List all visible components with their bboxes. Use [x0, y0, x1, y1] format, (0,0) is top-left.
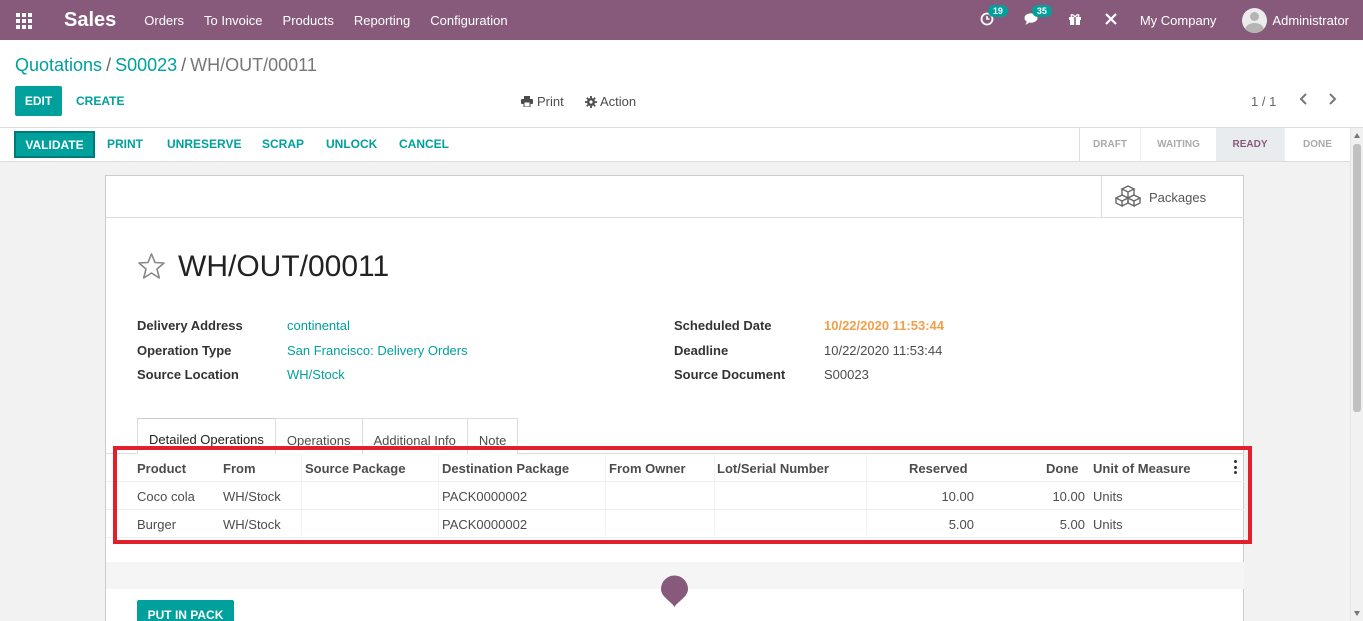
gear-icon: [585, 95, 597, 108]
scheduled-date-label: Scheduled Date: [674, 318, 772, 333]
print-label: Print: [537, 94, 564, 109]
form-sheet: Packages WH/OUT/00011 Delivery Address c…: [105, 175, 1244, 621]
chevron-left-icon[interactable]: [1299, 92, 1309, 110]
cancel-button[interactable]: CANCEL: [399, 137, 449, 151]
map-pin-icon: [660, 575, 689, 611]
action-dropdown[interactable]: Action: [585, 94, 636, 109]
source-document-value: S00023: [824, 367, 869, 382]
operation-type-label: Operation Type: [137, 343, 232, 358]
stage-draft: DRAFT: [1093, 139, 1127, 150]
scroll-up-arrow-icon[interactable]: [1354, 133, 1360, 138]
action-label: Action: [600, 94, 637, 109]
print-button[interactable]: PRINT: [107, 137, 143, 151]
user-avatar[interactable]: [1242, 7, 1268, 33]
operation-type-value[interactable]: San Francisco: Delivery Orders: [287, 343, 468, 358]
messages-chat-icon[interactable]: 35: [1024, 4, 1052, 29]
activity-badge: 19: [987, 4, 1008, 17]
gift-icon[interactable]: [1068, 12, 1082, 29]
breadcrumb-sale-order[interactable]: S00023: [115, 55, 177, 75]
statusbar: VALIDATE PRINT UNRESERVE SCRAP UNLOCK CA…: [0, 128, 1350, 162]
menu-reporting[interactable]: Reporting: [354, 13, 410, 28]
breadcrumb: Quotations / S00023/WH/OUT/00011: [15, 55, 317, 75]
validate-button[interactable]: VALIDATE: [14, 131, 95, 158]
packages-smart-button[interactable]: Packages: [1101, 176, 1244, 218]
packages-label: Packages: [1149, 189, 1207, 205]
star-icon[interactable]: [137, 252, 166, 283]
stage-done: DONE: [1284, 128, 1350, 161]
messages-badge: 35: [1031, 4, 1052, 17]
deadline-label: Deadline: [674, 343, 729, 358]
printer-icon: [521, 96, 533, 107]
chevron-right-icon[interactable]: [1327, 92, 1337, 110]
button-box: Packages: [106, 176, 1244, 218]
company-switcher[interactable]: My Company: [1140, 13, 1217, 28]
scrap-button[interactable]: SCRAP: [262, 137, 304, 151]
user-menu[interactable]: Administrator: [1272, 13, 1349, 28]
breadcrumb-quotations[interactable]: Quotations: [15, 55, 102, 75]
menu-products[interactable]: Products: [283, 13, 334, 28]
record-title: WH/OUT/00011: [178, 250, 390, 283]
scroll-thumb[interactable]: [1353, 144, 1361, 412]
source-document-label: Source Document: [674, 367, 786, 382]
delivery-address-label: Delivery Address: [137, 318, 243, 333]
print-dropdown[interactable]: Print: [521, 94, 564, 109]
delivery-address-value[interactable]: continental: [287, 318, 350, 333]
cubes-icon: [1114, 184, 1142, 210]
deadline-value: 10/22/2020 11:53:44: [824, 343, 943, 358]
stage-ready: READY: [1216, 128, 1284, 161]
pager-value[interactable]: 1 / 1: [1251, 94, 1276, 109]
unreserve-button[interactable]: UNRESERVE: [167, 137, 241, 151]
menu-configuration[interactable]: Configuration: [430, 13, 507, 28]
stage-pipeline: DRAFT WAITING READY DONE: [1079, 128, 1350, 161]
stage-waiting: WAITING: [1140, 128, 1216, 161]
control-panel: Quotations / S00023/WH/OUT/00011 EDIT CREA…: [0, 40, 1363, 128]
breadcrumb-current: WH/OUT/00011: [190, 55, 317, 75]
source-location-label: Source Location: [137, 367, 239, 382]
unlock-button[interactable]: UNLOCK: [326, 137, 377, 151]
edit-button[interactable]: EDIT: [15, 86, 62, 116]
apps-menu-icon[interactable]: [16, 13, 34, 29]
scroll-down-arrow-icon[interactable]: [1354, 611, 1360, 616]
vertical-scrollbar[interactable]: [1350, 128, 1363, 621]
top-navbar: Sales Orders To Invoice Products Reporti…: [0, 0, 1363, 40]
menu-to-invoice[interactable]: To Invoice: [204, 13, 263, 28]
menu-orders[interactable]: Orders: [144, 13, 184, 28]
create-button[interactable]: CREATE: [76, 86, 124, 116]
put-in-pack-button[interactable]: PUT IN PACK: [137, 600, 234, 621]
title-row: WH/OUT/00011: [137, 250, 389, 284]
activity-clock-icon[interactable]: 19: [980, 4, 1008, 29]
app-brand[interactable]: Sales: [64, 9, 116, 32]
scheduled-date-value: 10/22/2020 11:53:44: [824, 318, 944, 333]
tools-icon[interactable]: [1104, 12, 1118, 29]
source-location-value[interactable]: WH/Stock: [287, 367, 345, 382]
highlight-box: [113, 446, 1252, 544]
